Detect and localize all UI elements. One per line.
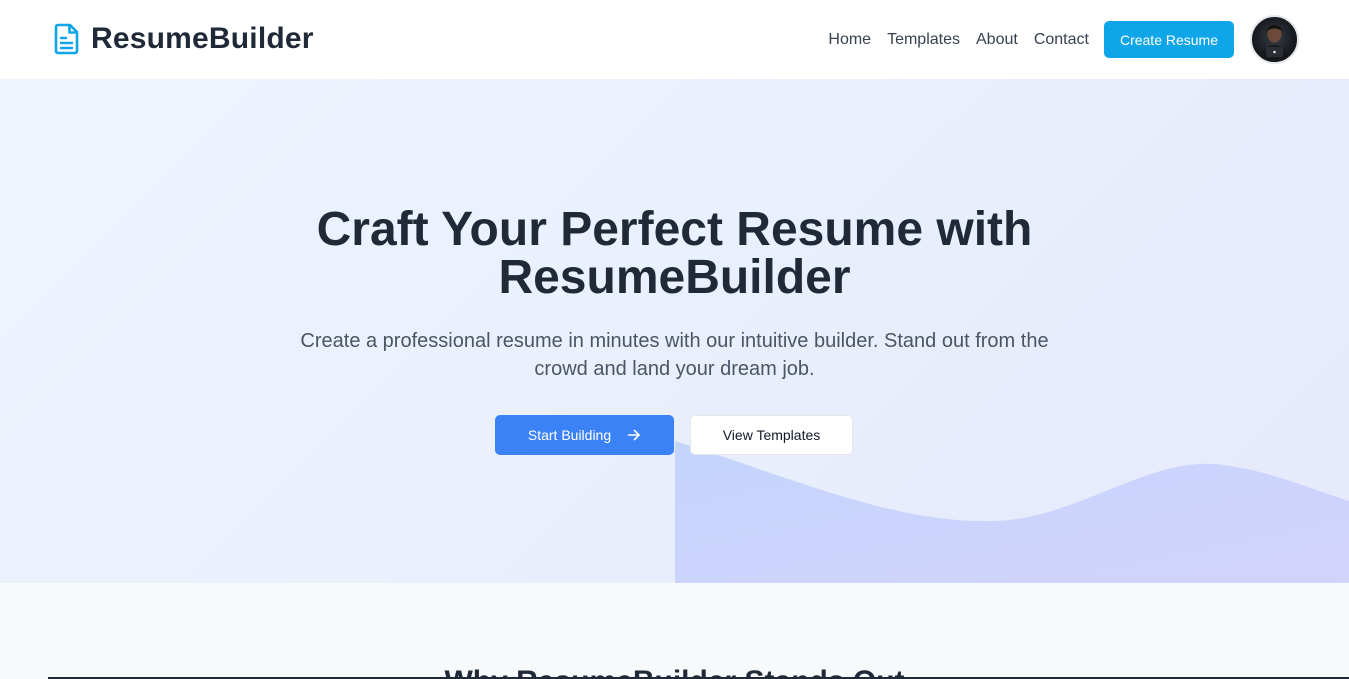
features-section: Why ResumeBuilder Stands Out: [0, 583, 1349, 679]
create-resume-button[interactable]: Create Resume: [1103, 21, 1234, 58]
arrow-right-icon: [627, 429, 640, 441]
user-avatar[interactable]: [1250, 15, 1299, 64]
main-nav: Home Templates About Contact Create Resu…: [828, 0, 1349, 79]
nav-link-contact[interactable]: Contact: [1034, 30, 1089, 50]
start-building-label: Start Building: [527, 427, 612, 443]
hero-actions: Start Building View Templates: [495, 415, 853, 455]
hero-subtitle: Create a professional resume in minutes …: [300, 330, 1049, 380]
nav-link-about[interactable]: About: [976, 30, 1018, 50]
nav-link-templates[interactable]: Templates: [887, 30, 960, 50]
start-building-button[interactable]: Start Building: [495, 415, 674, 455]
hero-title-text: Craft Your Perfect Resume with ResumeBui…: [316, 203, 1033, 304]
hero-section: Craft Your Perfect Resume with ResumeBui…: [0, 79, 1349, 583]
nav-link-home[interactable]: Home: [828, 30, 871, 50]
avatar-portrait-icon: [1260, 25, 1289, 62]
hero-title: Craft Your Perfect Resume with ResumeBui…: [0, 206, 1349, 302]
brand-logo[interactable]: ResumeBuilder: [54, 22, 314, 56]
document-icon: [54, 23, 79, 55]
view-templates-button[interactable]: View Templates: [690, 415, 853, 455]
brand-name: ResumeBuilder: [91, 22, 314, 55]
site-header: ResumeBuilder Home Templates About Conta…: [0, 0, 1349, 79]
